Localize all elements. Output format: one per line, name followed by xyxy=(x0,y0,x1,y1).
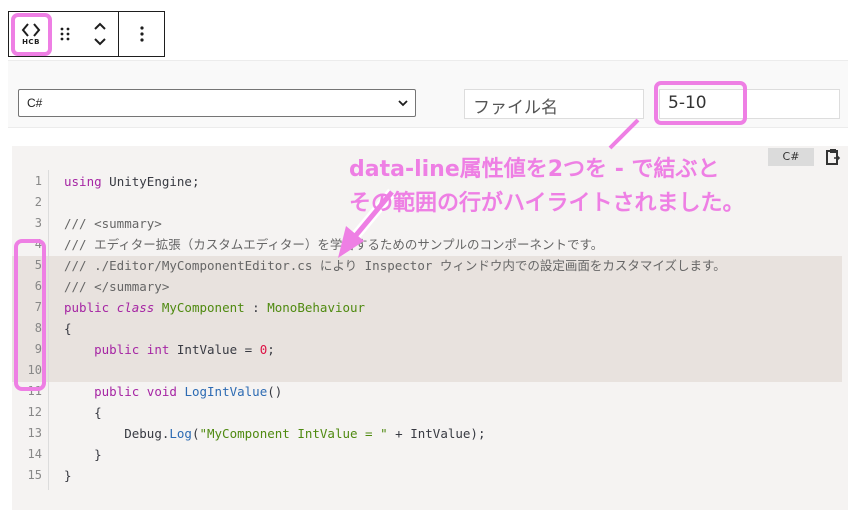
code-text: public class MyComponent : MonoBehaviour xyxy=(64,300,366,315)
code-line-9: 9 public int IntValue = 0; xyxy=(0,339,862,360)
code-text: } xyxy=(64,468,72,483)
code-text: public void LogIntValue() xyxy=(94,384,283,399)
code-text: } xyxy=(94,447,102,462)
line-number: 13 xyxy=(27,426,42,440)
code-line-11: 11 public void LogIntValue() xyxy=(0,381,862,402)
code-line-8: 8 { xyxy=(0,318,862,339)
line-number: 1 xyxy=(34,174,42,188)
copy-icon[interactable] xyxy=(825,148,841,166)
code-line-12: 12 { xyxy=(0,402,862,423)
line-number: 14 xyxy=(27,447,42,461)
line-number: 15 xyxy=(27,468,42,482)
move-up-down-icon xyxy=(94,22,106,46)
code-line-7: 7 public class MyComponent : MonoBehavio… xyxy=(0,297,862,318)
language-badge: C# xyxy=(768,148,814,166)
line-number: 3 xyxy=(34,216,42,230)
code-line-13: 13 Debug.Log("MyComponent IntValue = " +… xyxy=(0,423,862,444)
code-text: /// <summary> xyxy=(64,216,162,231)
code-text: using UnityEngine; xyxy=(64,174,200,189)
code-line-14: 14 } xyxy=(0,444,862,465)
highlight-box-line-numbers xyxy=(14,239,46,391)
highlight-box-hcb-button xyxy=(11,13,52,56)
code-text: Debug.Log("MyComponent IntValue = " + In… xyxy=(124,426,486,441)
line-number: 2 xyxy=(34,195,42,209)
code-text: /// </summary> xyxy=(64,279,170,294)
annotation-text-line-1: data-line属性値を2つを - で結ぶと xyxy=(349,157,720,182)
annotation-text-line-2: その範囲の行がハイライトされました。 xyxy=(349,191,745,216)
drag-handle-icon xyxy=(60,27,70,41)
drag-handle[interactable] xyxy=(55,12,75,56)
more-options-button[interactable] xyxy=(119,12,165,56)
code-line-10: 10 xyxy=(0,360,862,381)
code-text: { xyxy=(94,405,102,420)
line-number: 12 xyxy=(27,405,42,419)
code-text: { xyxy=(64,321,72,336)
language-select-value: C# xyxy=(27,96,43,110)
more-vertical-icon xyxy=(140,26,144,42)
code-text: public int IntValue = 0; xyxy=(94,342,275,357)
code-line-6: 6 /// </summary> xyxy=(0,276,862,297)
move-buttons[interactable] xyxy=(79,12,121,56)
code-line-15: 15 } xyxy=(0,465,862,486)
